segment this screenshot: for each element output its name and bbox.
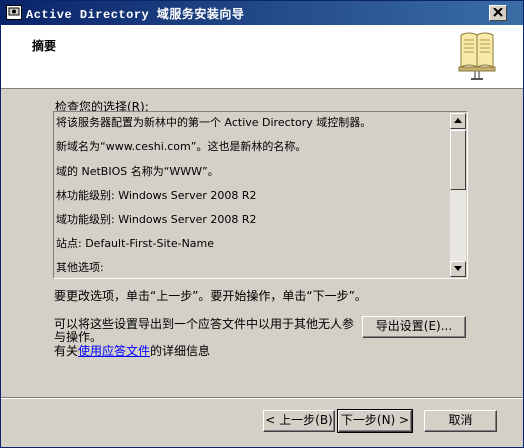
arrow-up-icon [454, 118, 462, 123]
answer-file-link[interactable]: 使用应答文件 [78, 344, 150, 358]
cancel-button[interactable]: 取消 [424, 410, 497, 432]
close-icon [493, 8, 503, 17]
close-button[interactable] [489, 5, 507, 21]
list-item: 站点: Default-First-Site-Name [56, 237, 215, 250]
arrow-down-icon [454, 266, 462, 271]
answer-file-info: 有关使用应答文件的详细信息 [54, 342, 210, 359]
info-prefix: 有关 [54, 344, 79, 358]
list-item: 林功能级别: Windows Server 2008 R2 [56, 189, 257, 202]
wizard-window: Active Directory 域服务安装向导 摘要 检查您的选择(R): 将… [0, 0, 524, 448]
wizard-app-icon [6, 5, 22, 20]
title-bar[interactable]: Active Directory 域服务安装向导 [1, 1, 523, 25]
list-item: 新域名为“www.ceshi.com”。这也是新林的名称。 [56, 140, 307, 153]
export-description: 可以将这些设置导出到一个应答文件中以用于其他无人参与操作。 [54, 317, 355, 344]
review-listbox[interactable]: 将该服务器配置为新林中的第一个 Active Directory 域控制器。 新… [53, 111, 468, 279]
wizard-header: 摘要 [1, 25, 523, 89]
next-button[interactable]: 下一步(N) > [337, 409, 413, 433]
vertical-scrollbar[interactable] [450, 113, 466, 277]
info-suffix: 的详细信息 [150, 344, 211, 358]
navigation-hint: 要更改选项，单击“上一步”。要开始操作，单击“下一步”。 [54, 289, 367, 303]
back-button[interactable]: < 上一步(B) [263, 410, 335, 432]
scroll-thumb[interactable] [450, 130, 466, 190]
list-item: 其他选项: [56, 261, 104, 274]
list-item: 域功能级别: Windows Server 2008 R2 [56, 213, 257, 226]
footer-separator [1, 397, 523, 399]
window-title: Active Directory 域服务安装向导 [26, 8, 245, 22]
page-title: 摘要 [32, 39, 57, 53]
list-item: 域的 NetBIOS 名称为“WWW”。 [56, 165, 219, 178]
list-item: 将该服务器配置为新林中的第一个 Active Directory 域控制器。 [56, 116, 372, 129]
scroll-down-button[interactable] [450, 261, 466, 277]
scroll-up-button[interactable] [450, 113, 466, 129]
export-settings-button[interactable]: 导出设置(E)... [362, 316, 466, 338]
book-icon [458, 32, 496, 80]
